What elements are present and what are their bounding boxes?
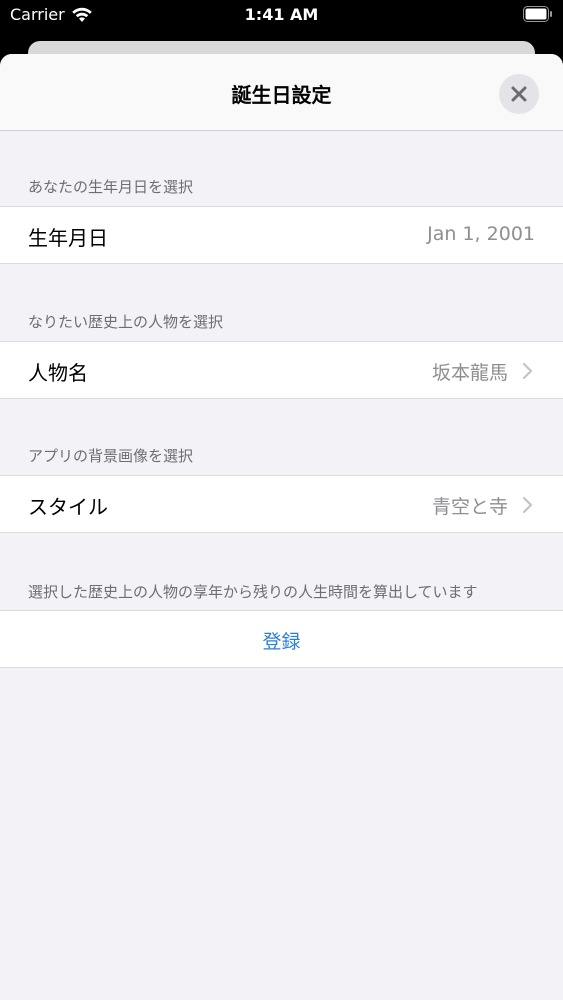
person-value: 坂本龍馬 bbox=[431, 362, 508, 384]
person-label: 人物名 bbox=[28, 361, 88, 385]
status-time: 1:41 AM bbox=[244, 5, 319, 24]
person-section-header: なりたい歴史上の人物を選択 bbox=[28, 313, 224, 331]
birthday-label: 生年月日 bbox=[28, 226, 108, 250]
footer-note: 選択した歴史上の人物の享年から残りの人生時間を算出しています bbox=[28, 583, 478, 601]
person-row[interactable]: 人物名 坂本龍馬 bbox=[0, 341, 563, 399]
style-label: スタイル bbox=[28, 495, 108, 519]
style-value: 青空と寺 bbox=[431, 496, 508, 518]
style-row[interactable]: スタイル 青空と寺 bbox=[0, 475, 563, 533]
battery-icon bbox=[523, 6, 552, 22]
style-section-header: アプリの背景画像を選択 bbox=[28, 447, 194, 465]
birthday-settings-sheet: 誕生日設定 あなたの生年月日を選択 生年月日 Jan 1, 2001 なりたい歴… bbox=[0, 54, 563, 1000]
chevron-right-icon bbox=[522, 496, 533, 514]
close-button[interactable] bbox=[499, 74, 539, 114]
birthday-value[interactable]: Jan 1, 2001 bbox=[427, 223, 535, 245]
page-title: 誕生日設定 bbox=[231, 83, 332, 107]
submit-row[interactable]: 登録 bbox=[0, 610, 563, 668]
status-bar: Carrier 1:41 AM bbox=[0, 0, 563, 30]
register-button[interactable]: 登録 bbox=[0, 627, 563, 654]
close-icon bbox=[511, 86, 527, 102]
chevron-right-icon bbox=[522, 362, 533, 380]
birthday-section-header: あなたの生年月日を選択 bbox=[28, 178, 194, 196]
navigation-bar: 誕生日設定 bbox=[0, 54, 563, 131]
birthday-row[interactable]: 生年月日 Jan 1, 2001 bbox=[0, 206, 563, 264]
